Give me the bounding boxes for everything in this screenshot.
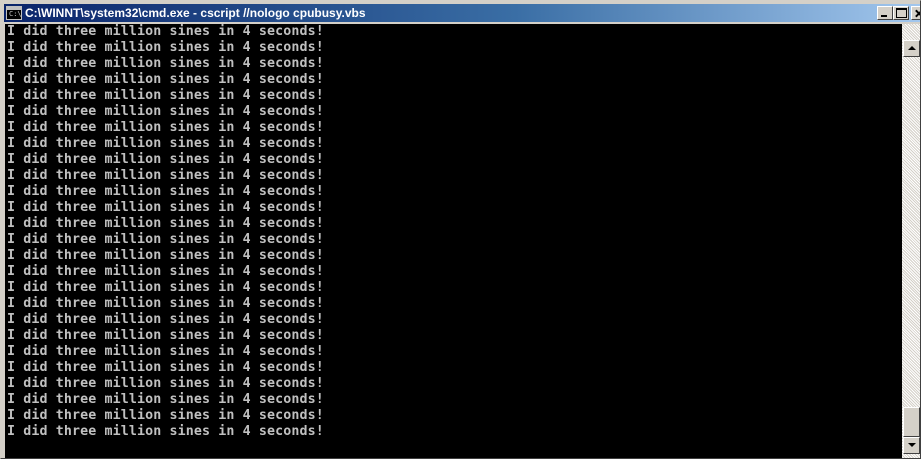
console-line: I did three million sines in 4 seconds! <box>7 216 324 231</box>
console-line: I did three million sines in 4 seconds! <box>7 104 324 119</box>
minimize-icon[interactable] <box>877 6 893 20</box>
console-line: I did three million sines in 4 seconds! <box>7 360 324 375</box>
scroll-up-arrow-icon[interactable] <box>903 40 920 57</box>
console-window-icon-glyph: C:\ <box>9 10 22 18</box>
vertical-scrollbar[interactable] <box>902 24 920 458</box>
console-line: I did three million sines in 4 seconds! <box>7 392 324 407</box>
console-line: I did three million sines in 4 seconds! <box>7 328 324 343</box>
console-line: I did three million sines in 4 seconds! <box>7 296 324 311</box>
console-line: I did three million sines in 4 seconds! <box>7 72 324 87</box>
close-icon[interactable] <box>911 6 920 20</box>
console-line: I did three million sines in 4 seconds! <box>7 184 324 199</box>
window-title: C:\WINNT\system32\cmd.exe - cscript //no… <box>25 6 366 20</box>
scroll-down-arrow-icon[interactable] <box>903 437 920 454</box>
console-line: I did three million sines in 4 seconds! <box>7 424 324 439</box>
console-line: I did three million sines in 4 seconds! <box>7 24 324 39</box>
console-line: I did three million sines in 4 seconds! <box>7 248 324 263</box>
console-line: I did three million sines in 4 seconds! <box>7 120 324 135</box>
console-line: I did three million sines in 4 seconds! <box>7 136 324 151</box>
console-window-icon[interactable]: C:\ <box>6 6 22 20</box>
console-line: I did three million sines in 4 seconds! <box>7 376 324 391</box>
console-line: I did three million sines in 4 seconds! <box>7 312 324 327</box>
maximize-icon[interactable] <box>893 6 909 20</box>
console-line: I did three million sines in 4 seconds! <box>7 200 324 215</box>
console-line: I did three million sines in 4 seconds! <box>7 344 324 359</box>
console-output-area[interactable]: I did three million sines in 4 seconds! I… <box>5 24 902 458</box>
scroll-thumb[interactable] <box>903 407 920 437</box>
title-bar[interactable]: C:\ C:\WINNT\system32\cmd.exe - cscript … <box>4 4 920 22</box>
console-line: I did three million sines in 4 seconds! <box>7 168 324 183</box>
console-line: I did three million sines in 4 seconds! <box>7 232 324 247</box>
console-line: I did three million sines in 4 seconds! <box>7 280 324 295</box>
cmd-window: C:\ C:\WINNT\system32\cmd.exe - cscript … <box>0 0 921 459</box>
console-line: I did three million sines in 4 seconds! <box>7 40 324 55</box>
console-line: I did three million sines in 4 seconds! <box>7 56 324 71</box>
console-line: I did three million sines in 4 seconds! <box>7 88 324 103</box>
console-line: I did three million sines in 4 seconds! <box>7 152 324 167</box>
console-line: I did three million sines in 4 seconds! <box>7 264 324 279</box>
caption-buttons <box>877 6 920 20</box>
console-line: I did three million sines in 4 seconds! <box>7 408 324 423</box>
console-output: I did three million sines in 4 seconds! I… <box>5 24 902 440</box>
